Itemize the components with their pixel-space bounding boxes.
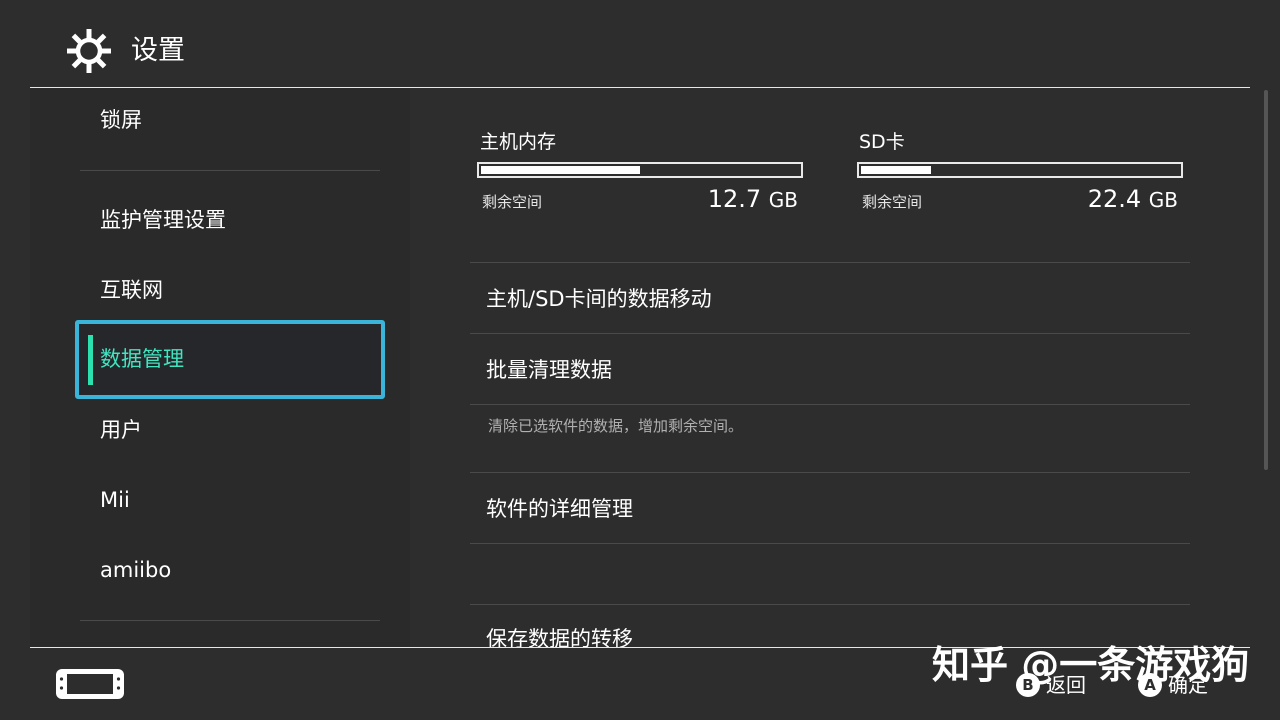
sidebar: 锁屏 监护管理设置 互联网 数据管理 用户 Mii amiibo xyxy=(30,88,410,647)
row-divider xyxy=(470,472,1190,473)
sd-free-value: 22.4 GB xyxy=(1038,184,1178,215)
b-button-icon: B xyxy=(1016,673,1040,697)
row-divider xyxy=(470,543,1190,544)
sidebar-item-data-management[interactable]: 数据管理 xyxy=(75,320,385,399)
console-storage-bar-fill xyxy=(481,166,640,174)
switch-console-icon xyxy=(56,669,124,699)
ok-label: 确定 xyxy=(1168,673,1208,697)
bulk-clear-description: 清除已选软件的数据，增加剩余空间。 xyxy=(488,417,744,435)
sd-storage-bar-fill xyxy=(861,166,931,174)
sd-free-unit: GB xyxy=(1148,188,1178,212)
console-free-number: 12.7 xyxy=(707,185,762,213)
row-divider xyxy=(470,333,1190,334)
bulk-clear-data-option[interactable]: 批量清理数据 xyxy=(486,355,612,385)
console-free-label: 剩余空间 xyxy=(482,193,543,211)
page-title: 设置 xyxy=(131,35,185,66)
sd-storage-bar xyxy=(857,162,1183,178)
move-data-option[interactable]: 主机/SD卡间的数据移动 xyxy=(486,284,712,314)
sd-storage-label: SD卡 xyxy=(859,131,905,153)
row-divider xyxy=(470,604,1190,605)
back-label: 返回 xyxy=(1046,673,1086,697)
sidebar-item-mii[interactable]: Mii xyxy=(100,485,130,515)
header: 设置 xyxy=(0,0,1280,88)
sidebar-item-users[interactable]: 用户 xyxy=(100,415,142,445)
transfer-save-data-option[interactable]: 保存数据的转移 xyxy=(486,624,633,647)
sidebar-divider xyxy=(80,170,380,171)
sidebar-item-amiibo[interactable]: amiibo xyxy=(100,555,171,585)
a-button-icon: A xyxy=(1138,673,1162,697)
console-storage-label: 主机内存 xyxy=(480,131,557,153)
console-free-value: 12.7 GB xyxy=(658,184,798,215)
sd-free-label: 剩余空间 xyxy=(862,193,923,211)
manage-software-option[interactable]: 软件的详细管理 xyxy=(486,494,633,524)
sd-free-number: 22.4 xyxy=(1087,185,1142,213)
ok-button[interactable]: A 确定 xyxy=(1138,672,1208,698)
main-panel: 主机内存 剩余空间 12.7 GB SD卡 剩余空间 22.4 GB 主机/SD… xyxy=(410,88,1260,647)
selection-indicator xyxy=(88,335,93,385)
console-free-unit: GB xyxy=(768,188,798,212)
sidebar-item-label: 数据管理 xyxy=(100,347,184,371)
row-divider xyxy=(470,404,1190,405)
sidebar-item-internet[interactable]: 互联网 xyxy=(100,275,163,305)
gear-icon xyxy=(67,29,111,73)
sidebar-item-parental-controls[interactable]: 监护管理设置 xyxy=(100,205,226,235)
scrollbar[interactable] xyxy=(1264,90,1268,470)
sidebar-item-lock-screen[interactable]: 锁屏 xyxy=(100,105,142,135)
console-storage-bar xyxy=(477,162,803,178)
sidebar-divider xyxy=(80,620,380,621)
back-button[interactable]: B 返回 xyxy=(1016,672,1086,698)
row-divider xyxy=(470,262,1190,263)
